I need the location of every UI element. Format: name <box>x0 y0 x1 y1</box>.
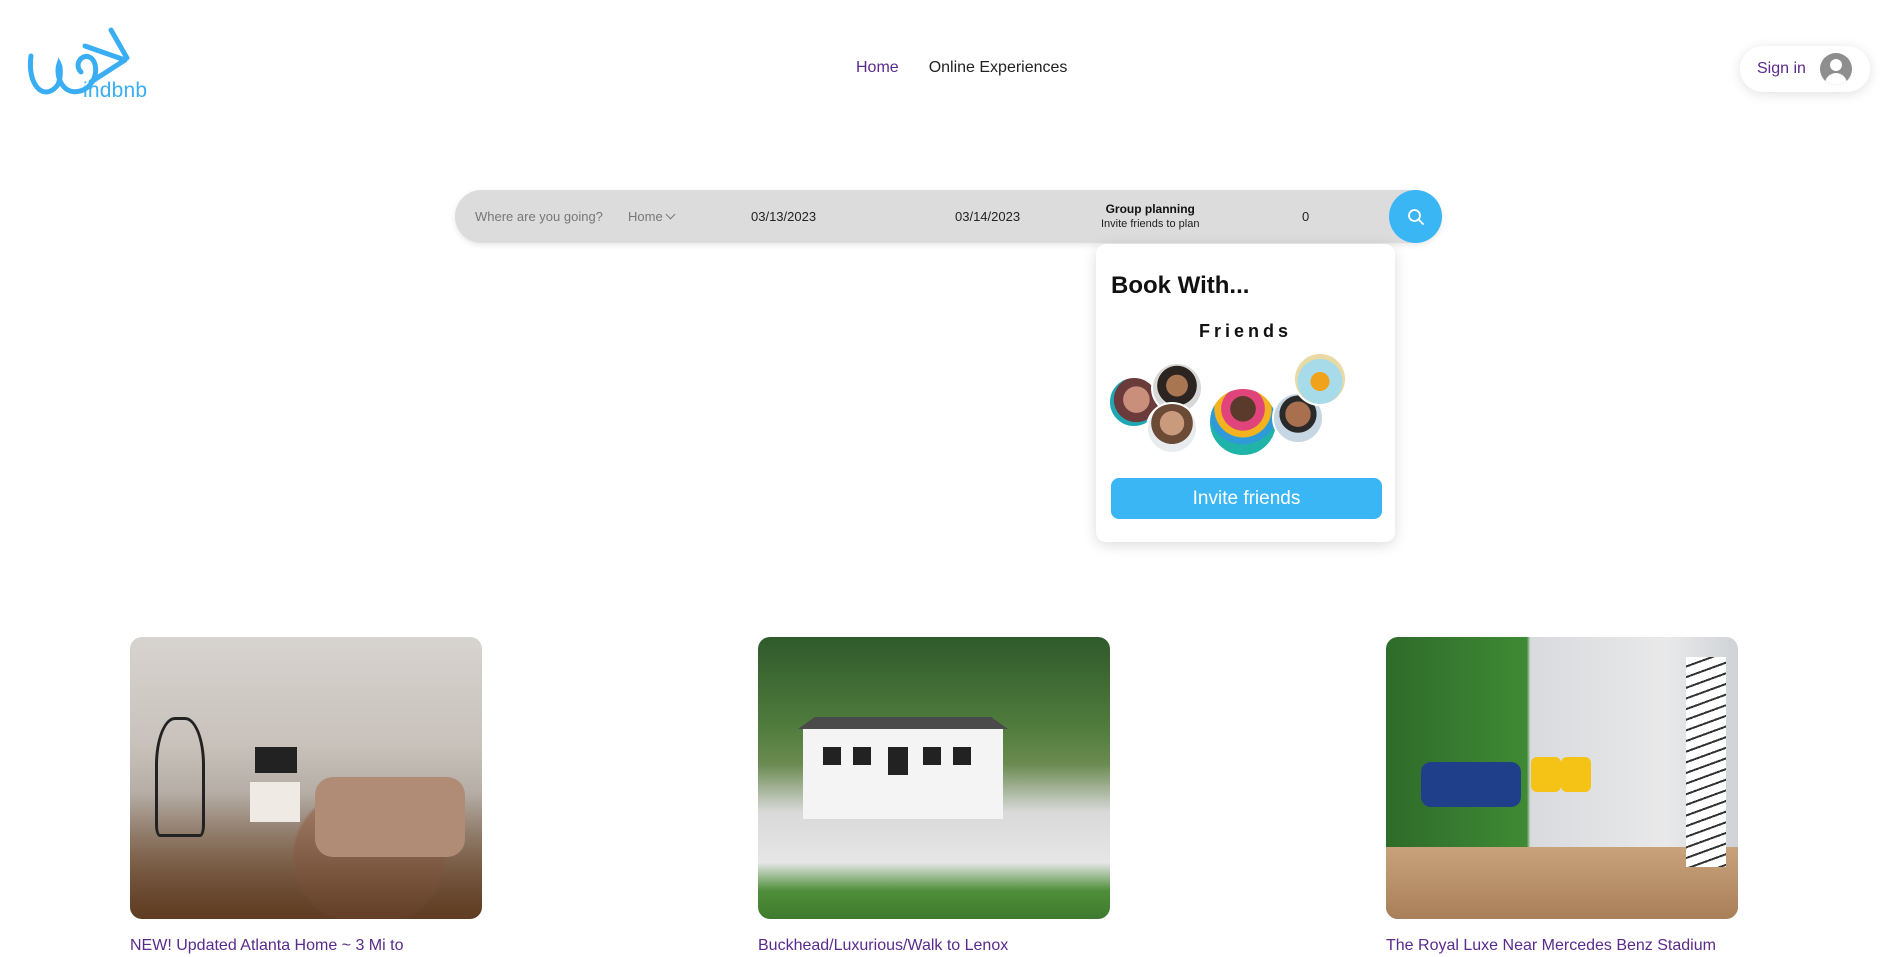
search-icon <box>1407 208 1424 225</box>
listing-card[interactable]: The Royal Luxe Near Mercedes Benz Stadiu… <box>1386 637 1738 955</box>
friend-avatar[interactable] <box>1146 402 1198 454</box>
friend-avatar[interactable] <box>1293 352 1347 406</box>
brand-logo[interactable]: indbnb <box>25 24 155 104</box>
search-bar: Where are you going? Home 03/13/2023 03/… <box>455 190 1442 243</box>
listing-title[interactable]: The Royal Luxe Near Mercedes Benz Stadiu… <box>1386 937 1738 955</box>
chevron-down-icon <box>665 209 676 220</box>
logo-text: indbnb <box>83 79 148 102</box>
invite-friends-button[interactable]: Invite friends <box>1111 478 1382 519</box>
nav-home-link[interactable]: Home <box>856 59 899 77</box>
listing-card[interactable]: NEW! Updated Atlanta Home ~ 3 Mi to <box>130 637 482 955</box>
listing-card[interactable]: Buckhead/Luxurious/Walk to Lenox <box>758 637 1110 955</box>
destination-input[interactable]: Where are you going? <box>475 209 603 224</box>
listing-title[interactable]: Buckhead/Luxurious/Walk to Lenox <box>758 937 1110 955</box>
sign-in-button[interactable]: Sign in <box>1740 46 1870 92</box>
check-in-date-input[interactable]: 03/13/2023 <box>751 209 816 224</box>
sign-in-label: Sign in <box>1757 60 1806 77</box>
search-button[interactable] <box>1389 190 1442 243</box>
property-type-select[interactable]: Home <box>628 209 676 224</box>
listing-title[interactable]: NEW! Updated Atlanta Home ~ 3 Mi to <box>130 937 482 955</box>
popup-subtitle: Friends <box>1198 321 1292 341</box>
listing-photo[interactable] <box>758 637 1110 919</box>
group-planning-title: Group planning <box>1105 202 1195 216</box>
property-type-value: Home <box>628 209 663 224</box>
user-avatar-icon <box>1819 53 1852 85</box>
listing-photo[interactable] <box>130 637 482 919</box>
check-out-date-input[interactable]: 03/14/2023 <box>955 209 1020 224</box>
group-planning-button[interactable]: Group planning Invite friends to plan <box>1101 202 1199 232</box>
main-nav: Home Online Experiences <box>856 59 1067 77</box>
listing-photo[interactable] <box>1386 637 1738 919</box>
group-planning-subtitle: Invite friends to plan <box>1101 218 1200 230</box>
group-planning-popup: Book With... Friends Invite friends <box>1096 244 1395 542</box>
popup-title: Book With... <box>1111 272 1250 299</box>
nav-online-experiences-link[interactable]: Online Experiences <box>929 59 1068 77</box>
friend-avatar[interactable] <box>1208 387 1278 457</box>
guest-count-input[interactable]: 0 <box>1302 209 1309 224</box>
